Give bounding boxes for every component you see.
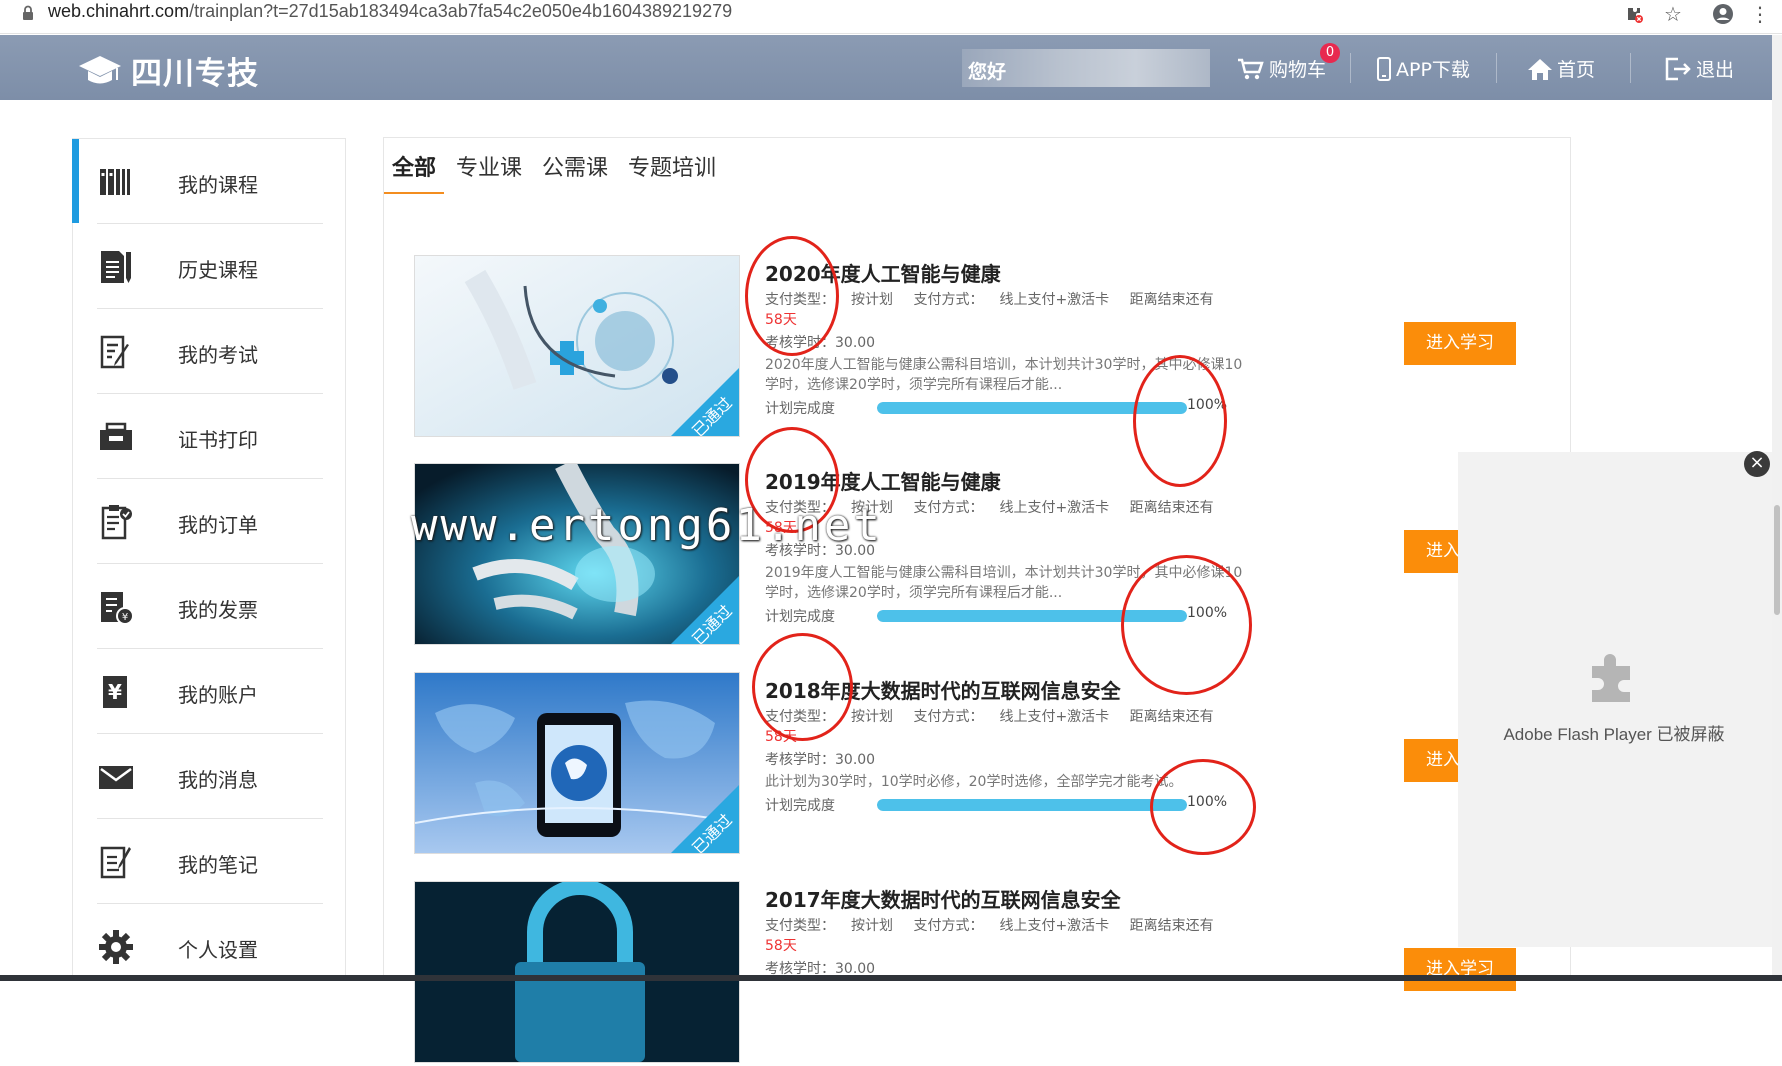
close-icon[interactable]: ×: [1744, 451, 1770, 477]
sidebar-item-label: 我的考试: [178, 343, 258, 367]
books-icon: [100, 169, 130, 195]
course-thumbnail[interactable]: 已通过: [414, 672, 740, 854]
tab-all[interactable]: 全部: [384, 138, 445, 194]
nav-divider: [1350, 53, 1351, 83]
sidebar-item-my-orders[interactable]: 我的订单: [73, 479, 347, 564]
logout-icon: [1665, 57, 1691, 80]
yen-icon: ¥: [103, 676, 127, 708]
home-label: 首页: [1557, 59, 1596, 81]
invoice-icon: ¥: [101, 592, 134, 625]
tab-bar: 全部 专业课 公需课 专题培训: [384, 138, 728, 194]
progress-label: 计划完成度: [765, 798, 835, 814]
course-meta: 支付类型： 按计划 支付方式： 线上支付+激活卡 距离结束还有: [765, 918, 1214, 934]
logo-text: 四川专技: [131, 56, 259, 92]
sidebar-item-my-invoices[interactable]: ¥ 我的发票: [73, 564, 347, 649]
svg-text:¥: ¥: [108, 680, 122, 704]
flash-blocked-message: Adobe Flash Player 已被屏蔽: [1503, 725, 1725, 744]
mail-icon: [99, 766, 133, 789]
logout-link[interactable]: 退出: [1664, 55, 1734, 82]
progress-label: 计划完成度: [765, 609, 835, 625]
tab-special-training[interactable]: 专题培训: [620, 138, 724, 192]
sidebar-item-label: 我的订单: [178, 513, 258, 537]
cart-count-badge: 0: [1320, 43, 1340, 63]
gear-icon: [99, 930, 133, 964]
annotation-circle: [1121, 555, 1252, 695]
course-list-panel: 全部 专业课 公需课 专题培训 已通过 2020年度人工智能与健康 支付类型： …: [383, 137, 1571, 1063]
course-thumbnail[interactable]: 已通过: [414, 255, 740, 437]
welcome-user: 您好: [962, 49, 1210, 87]
course-title[interactable]: 2017年度大数据时代的互联网信息安全: [765, 884, 1121, 913]
sidebar-item-my-courses[interactable]: 我的课程: [73, 139, 347, 224]
app-download-link[interactable]: APP下载: [1376, 55, 1470, 82]
svg-text:¥: ¥: [122, 612, 128, 623]
enter-study-button[interactable]: 进入学习: [1404, 322, 1516, 365]
sidebar-item-label: 我的账户: [178, 683, 258, 707]
nav-divider: [1496, 53, 1497, 83]
credit-hours: 考核学时：30.00: [765, 752, 876, 768]
padlock-image: [415, 882, 739, 1062]
progress-label: 计划完成度: [765, 401, 835, 417]
course-thumbnail[interactable]: 已通过: [414, 463, 740, 645]
url-field[interactable]: web.chinahrt.com/trainplan?t=27d15ab1834…: [48, 1, 732, 22]
sidebar-item-label: 个人设置: [178, 938, 258, 962]
phone-icon: [1377, 56, 1391, 81]
annotation-circle: [752, 633, 853, 741]
days-remaining: 58天: [765, 938, 797, 954]
taskbar-strip: [0, 975, 1782, 981]
sidebar-item-history-courses[interactable]: 历史课程: [73, 224, 347, 309]
extension-blocked-icon[interactable]: [1622, 2, 1646, 26]
home-icon: [1528, 58, 1552, 80]
sidebar-item-my-messages[interactable]: 我的消息: [73, 734, 347, 819]
annotation-circle: [745, 236, 839, 356]
sidebar-item-label: 我的课程: [178, 173, 258, 197]
clipboard-check-icon: [101, 505, 132, 540]
sidebar-item-my-account[interactable]: ¥ 我的账户: [73, 649, 347, 734]
graduation-cap-icon: [79, 55, 121, 83]
notebook-icon: [100, 846, 131, 879]
site-header: 四川专技 您好 购物车 0 APP下载 首页 退出: [0, 35, 1782, 100]
sidebar-item-label: 我的消息: [178, 768, 258, 792]
profile-avatar-icon[interactable]: [1711, 2, 1735, 26]
flash-blocked-panel[interactable]: [1458, 452, 1782, 947]
sidebar-item-label: 我的笔记: [178, 853, 258, 877]
nav-divider: [1630, 53, 1631, 83]
annotation-circle: [1133, 355, 1227, 487]
browser-menu-icon[interactable]: ⋮: [1748, 2, 1772, 26]
scrollbar-thumb[interactable]: [1774, 505, 1780, 615]
tab-public[interactable]: 公需课: [534, 138, 616, 192]
enter-study-button[interactable]: 进入学习: [1404, 948, 1516, 991]
app-download-label: APP下载: [1396, 59, 1470, 81]
sidebar-item-certificate-print[interactable]: 证书打印: [73, 394, 347, 479]
exam-icon: [100, 335, 129, 369]
course-card: 已通过 2018年度大数据时代的互联网信息安全 支付类型： 按计划 支付方式： 线上…: [414, 672, 1534, 857]
course-thumbnail[interactable]: [414, 881, 740, 1063]
sidebar-item-my-notes[interactable]: 我的笔记: [73, 819, 347, 904]
cart-label: 购物车: [1269, 59, 1327, 81]
logout-label: 退出: [1696, 59, 1735, 81]
course-card: 已通过 2019年度人工智能与健康 支付类型： 按计划 支付方式： 线上支付+激活卡…: [414, 463, 1534, 648]
plugin-puzzle-icon: [1592, 654, 1630, 702]
sidebar-item-label: 证书打印: [178, 428, 258, 452]
printer-icon: [100, 422, 132, 450]
course-card: 2017年度大数据时代的互联网信息安全 支付类型： 按计划 支付方式： 线上支付+激…: [414, 881, 1534, 1066]
bookmark-star-icon[interactable]: ☆: [1661, 2, 1685, 26]
sidebar-item-my-exams[interactable]: 我的考试: [73, 309, 347, 394]
lock-icon: [23, 5, 33, 20]
browser-address-bar: web.chinahrt.com/trainplan?t=27d15ab1834…: [0, 0, 1782, 34]
sidebar-item-label: 我的发票: [178, 598, 258, 622]
cart-link[interactable]: 购物车: [1237, 55, 1326, 82]
tab-professional[interactable]: 专业课: [448, 138, 530, 192]
progress-bar: [877, 799, 1187, 811]
sidebar: 我的课程 历史课程 我的考试 证书打印 我的订单 ¥ 我的发票 ¥ 我的账户 我…: [72, 138, 346, 981]
annotation-circle: [1150, 759, 1256, 855]
site-logo[interactable]: 四川专技: [77, 48, 259, 93]
course-card: 已通过 2020年度人工智能与健康 支付类型： 按计划 支付方式： 线上支付+激活卡…: [414, 255, 1534, 440]
home-link[interactable]: 首页: [1527, 55, 1595, 82]
page-scrollbar[interactable]: [1772, 35, 1782, 981]
sidebar-item-label: 历史课程: [178, 258, 258, 282]
document-pen-icon: [101, 251, 131, 283]
watermark: www.ertong61.net: [411, 500, 883, 551]
cart-icon: [1238, 58, 1264, 79]
